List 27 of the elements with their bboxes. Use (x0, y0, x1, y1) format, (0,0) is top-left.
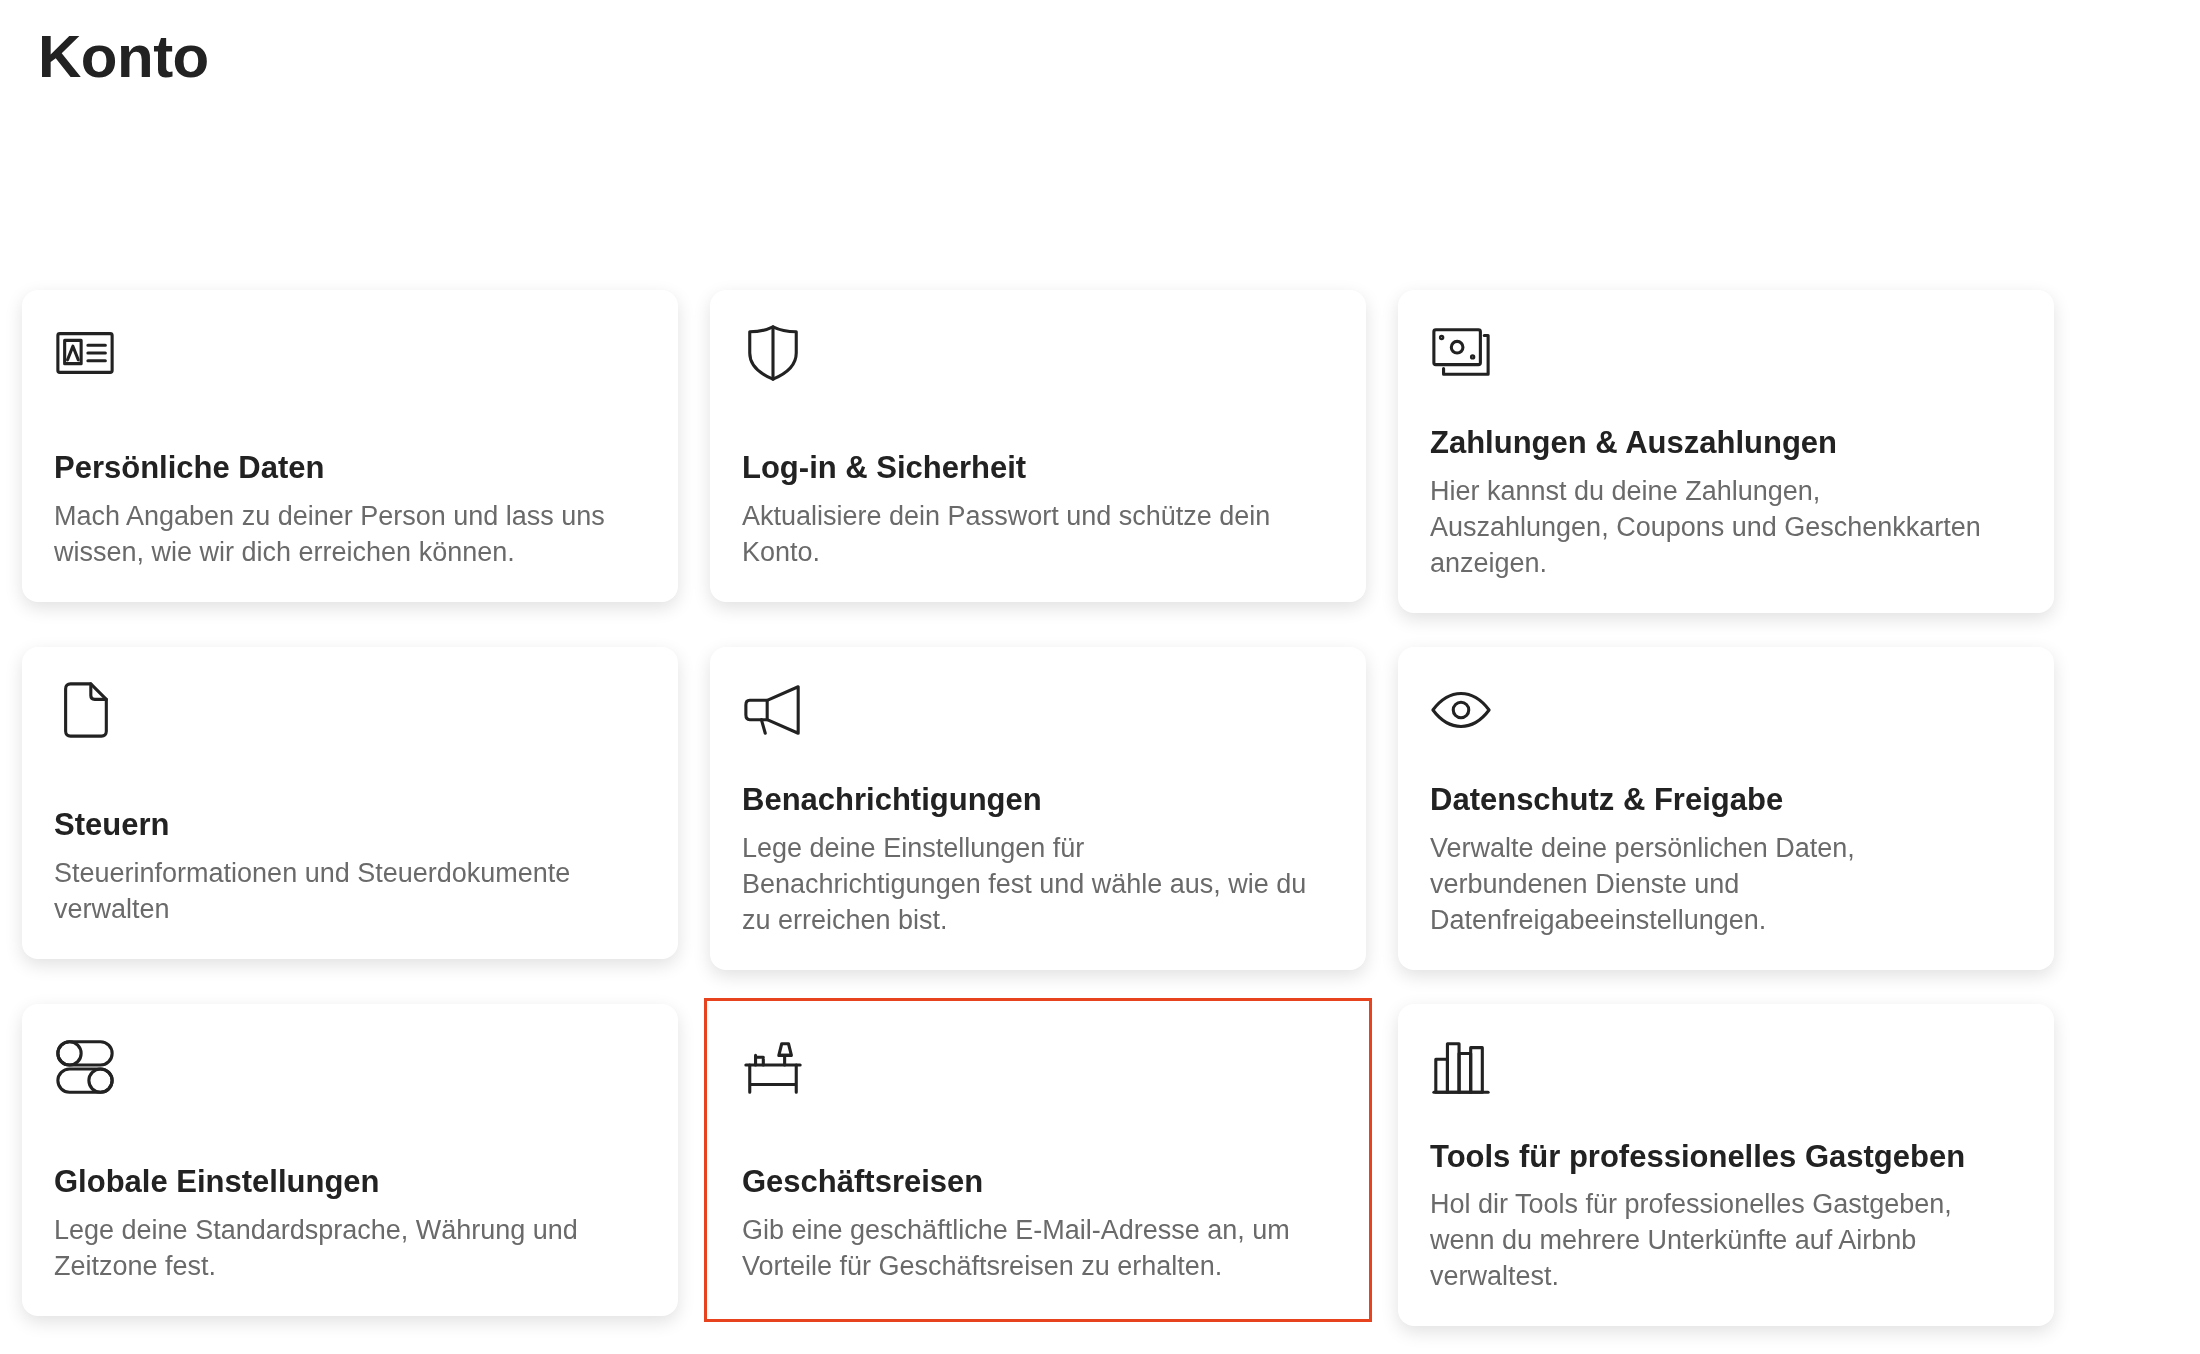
card-title: Tools für professionelles Gastgeben (1430, 1137, 1967, 1176)
settings-card[interactable]: Steuern Steuerinformationen und Steuerdokumente verwalten (22, 646, 678, 959)
card-title: Persönliche Daten (54, 449, 326, 488)
card-title: Datenschutz & Freigabe (1430, 780, 1785, 819)
card-description: Hol dir Tools für professionelles Gastgeben, wenn du mehrere Unterkünfte auf Airbnb verwaltest. (1430, 1188, 1953, 1294)
settings-card[interactable]: Globale Einstellungen Lege deine Standardsprache, Währung und Zeitzone fest. (22, 1003, 678, 1316)
settings-card[interactable]: Persönliche Daten Mach Angaben zu deiner Person und lass uns wissen, wie wir dich erreichen können. (22, 290, 678, 602)
card-description: Verwalte deine persönlichen Daten, verbundenen Dienste und Datenfreigabeeinstellungen. (1430, 831, 1856, 937)
settings-card[interactable]: Datenschutz & Freigabe Verwalte deine persönlichen Daten, verbundenen Dienste und Datenfreigabeeinstellungen. (1398, 646, 2054, 970)
card-description: Mach Angaben zu deiner Person und lass uns wissen, wie wir dich erreichen können. (54, 500, 606, 569)
card-description: Lege deine Einstellungen für Benachrichtigungen fest und wähle aus, wie du zu erreichen bist. (742, 831, 1308, 937)
settings-card[interactable]: Benachrichtigungen Lege deine Einstellungen für Benachrichtigungen fest und wähle aus, wie du zu erreichen bist. (710, 646, 1366, 970)
card-description: Hier kannst du deine Zahlungen, Auszahlungen, Coupons und Geschenkkarten anzeigen. (1430, 474, 1982, 580)
card-description: Aktualisiere dein Passwort und schütze dein Konto. (742, 500, 1272, 569)
card-title: Globale Einstellungen (54, 1162, 381, 1201)
settings-card[interactable]: Tools für professionelles Gastgeben Hol dir Tools für professionelles Gastgeben, wenn du mehrere Unterkünfte auf Airbnb verwaltest. (1398, 1003, 2054, 1327)
card-title: Zahlungen & Auszahlungen (1430, 424, 1838, 462)
card-description: Steuerinformationen und Steuerdokumente verwalten (54, 856, 572, 926)
card-title: Geschäftsreisen (742, 1162, 985, 1201)
card-title: Log-in & Sicherheit (742, 449, 1028, 488)
page-title: Konto (38, 24, 210, 90)
settings-card[interactable]: Zahlungen & Auszahlungen Hier kannst du deine Zahlungen, Auszahlungen, Coupons und Geschenkkarten anzeigen. (1398, 290, 2054, 613)
settings-card[interactable]: Log-in & Sicherheit Aktualisiere dein Passwort und schütze dein Konto. (710, 290, 1366, 602)
card-title: Steuern (54, 806, 171, 844)
card-description: Gib eine geschäftliche E-Mail-Adresse an, um Vorteile für Geschäftsreisen zu erhalten. (742, 1213, 1291, 1283)
card-description: Lege deine Standardsprache, Währung und Zeitzone fest. (54, 1213, 579, 1283)
card-title: Benachrichtigungen (742, 780, 1043, 819)
